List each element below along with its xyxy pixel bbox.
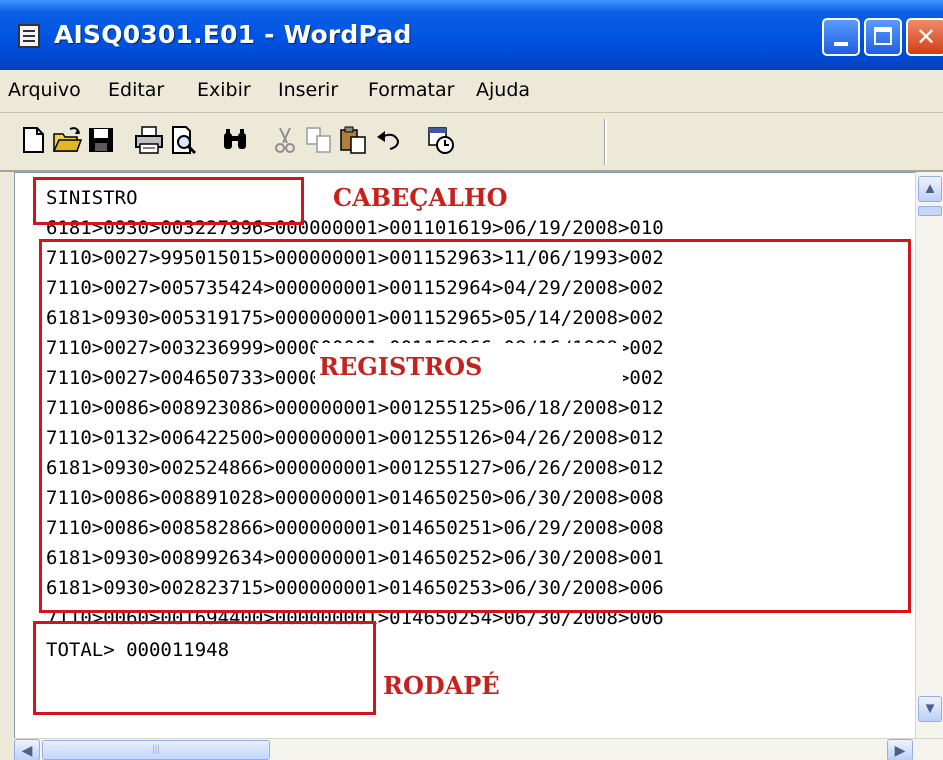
save-disk-icon[interactable] xyxy=(86,125,116,155)
scroll-left-arrow-icon[interactable]: ◀ xyxy=(14,739,40,760)
menu-ajuda[interactable]: Ajuda xyxy=(476,79,530,101)
find-binoculars-icon[interactable] xyxy=(220,125,250,155)
menu-arquivo[interactable]: Arquivo xyxy=(8,79,81,101)
minimize-button[interactable] xyxy=(822,18,860,56)
window-title: AISQ0301.E01 - WordPad xyxy=(54,20,412,49)
menu-editar[interactable]: Editar xyxy=(108,79,164,101)
scroll-up-arrow-icon[interactable]: ▲ xyxy=(918,176,942,202)
footer-annotation-label: RODAPÉ xyxy=(383,671,500,700)
vertical-scrollbar[interactable]: ▲ ▼ xyxy=(915,172,943,738)
menu-bar: Arquivo Editar Exibir Inserir Formatar A… xyxy=(0,70,943,113)
records-annotation-box xyxy=(39,239,911,613)
standard-toolbar xyxy=(0,113,943,172)
footer-annotation-box xyxy=(33,621,376,715)
scroll-right-arrow-icon[interactable]: ▶ xyxy=(887,739,913,760)
header-annotation-box xyxy=(33,177,304,225)
print-icon[interactable] xyxy=(134,125,164,155)
records-annotation-label: REGISTROS xyxy=(315,343,623,391)
horizontal-scrollbar[interactable]: ◀ ||| ▶ xyxy=(14,738,943,760)
maximize-button[interactable] xyxy=(864,18,902,56)
new-document-icon[interactable] xyxy=(18,125,48,155)
toolbar-separator xyxy=(604,119,607,165)
insert-date-time-icon[interactable] xyxy=(426,125,456,155)
title-bar[interactable]: AISQ0301.E01 - WordPad ✕ xyxy=(0,0,943,70)
wordpad-document-icon[interactable] xyxy=(18,24,40,48)
copy-icon[interactable] xyxy=(304,125,334,155)
vertical-scroll-thumb[interactable] xyxy=(918,206,942,216)
scroll-down-arrow-icon[interactable]: ▼ xyxy=(918,696,942,722)
maximize-icon xyxy=(874,27,892,45)
cut-scissors-icon[interactable] xyxy=(270,125,300,155)
open-folder-icon[interactable] xyxy=(52,125,82,155)
paste-icon[interactable] xyxy=(338,125,368,155)
close-icon: ✕ xyxy=(915,23,937,51)
menu-inserir[interactable]: Inserir xyxy=(278,79,338,101)
menu-formatar[interactable]: Formatar xyxy=(368,79,454,101)
undo-icon[interactable] xyxy=(374,125,404,155)
wordpad-window: AISQ0301.E01 - WordPad ✕ Arquivo Editar … xyxy=(0,0,943,760)
menu-exibir[interactable]: Exibir xyxy=(197,79,251,101)
document-text-area[interactable]: SINISTRO 6181>0930>003227996>000000001>0… xyxy=(14,172,916,739)
print-preview-icon[interactable] xyxy=(168,125,198,155)
close-button[interactable]: ✕ xyxy=(906,18,943,56)
header-annotation-label: CABEÇALHO xyxy=(333,183,508,212)
minimize-icon xyxy=(834,42,848,46)
horizontal-scroll-thumb[interactable]: ||| xyxy=(42,740,270,760)
